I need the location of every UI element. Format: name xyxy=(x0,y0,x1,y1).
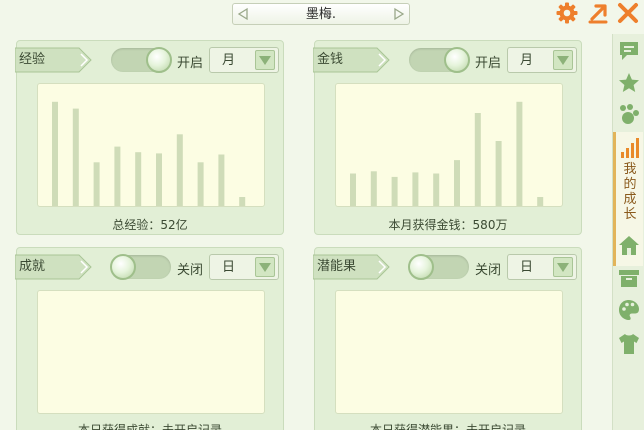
money-label: 金钱 xyxy=(317,52,344,67)
experience-bar-6 xyxy=(156,153,162,206)
money-bar-9 xyxy=(516,101,523,206)
chevron-down-icon xyxy=(259,56,271,65)
toggle-knob xyxy=(110,254,136,280)
money-summary: 本月获得金钱：580万 xyxy=(388,218,508,232)
money-toggle-label: 开启 xyxy=(475,56,502,71)
money-bar-2 xyxy=(370,171,377,206)
achievement-record-toggle[interactable] xyxy=(110,254,171,280)
money-record-toggle[interactable] xyxy=(409,47,470,73)
dropdown-button[interactable] xyxy=(553,50,573,70)
box-icon[interactable] xyxy=(617,266,641,290)
achievement-summary: 本日获得成就：未开启记录 xyxy=(77,423,222,430)
sidebar-item-my-growth-label: 我的成长 xyxy=(623,162,637,222)
experience-chart xyxy=(37,83,265,207)
close-icon[interactable] xyxy=(616,1,640,25)
money-bar-6 xyxy=(454,160,460,206)
experience-bar-5 xyxy=(135,152,142,206)
toggle-knob xyxy=(444,47,470,73)
experience-bar-7 xyxy=(176,134,183,206)
dropdown-button[interactable] xyxy=(255,50,275,70)
experience-period-select[interactable]: 月 xyxy=(209,47,279,73)
money-panel: 金钱 开启 月 本月获得金钱：580万 xyxy=(313,40,582,235)
experience-period-value: 月 xyxy=(222,53,236,68)
palette-icon[interactable] xyxy=(617,298,641,322)
window-title: 墨梅. xyxy=(305,7,337,22)
experience-panel: 经验 开启 月 总经验：52亿 xyxy=(15,40,284,235)
chevron-down-icon xyxy=(557,263,569,272)
right-arrow-decoration-icon xyxy=(394,7,405,21)
money-bar-4 xyxy=(412,172,419,206)
experience-bar-10 xyxy=(239,197,246,206)
dropdown-button[interactable] xyxy=(255,257,275,277)
money-chart xyxy=(335,83,563,207)
experience-bar-3 xyxy=(93,162,100,206)
potential-chart xyxy=(335,290,563,414)
experience-summary: 总经验：52亿 xyxy=(112,218,188,232)
achievement-period-select[interactable]: 日 xyxy=(209,254,279,280)
star-icon[interactable] xyxy=(617,71,641,95)
experience-bar-1 xyxy=(52,101,58,206)
shirt-icon[interactable] xyxy=(617,332,641,356)
house-icon[interactable] xyxy=(617,234,641,258)
achievement-panel: 成就 关闭 日 本日获得成就：未开启记录 xyxy=(15,247,284,430)
growth-bars-icon xyxy=(621,138,639,158)
achievement-toggle-label: 关闭 xyxy=(177,263,204,278)
potential-summary: 本日获得潜能果：未开启记录 xyxy=(369,423,526,430)
money-bar-7 xyxy=(474,113,481,206)
toggle-knob xyxy=(146,47,172,73)
potential-label: 潜能果 xyxy=(317,259,357,274)
achievement-chart xyxy=(37,290,265,414)
experience-label: 经验 xyxy=(19,52,46,67)
chevron-down-icon xyxy=(259,263,271,272)
chat-icon[interactable] xyxy=(617,39,641,63)
dropdown-button[interactable] xyxy=(553,257,573,277)
money-bar-5 xyxy=(433,173,440,206)
chevron-down-icon xyxy=(557,56,569,65)
potential-panel: 潜能果 关闭 日 本日获得潜能果：未开启记录 xyxy=(313,247,582,430)
experience-toggle-label: 开启 xyxy=(177,56,204,71)
money-period-select[interactable]: 月 xyxy=(507,47,577,73)
money-bar-8 xyxy=(495,141,502,206)
experience-bar-8 xyxy=(197,162,204,206)
potential-period-value: 日 xyxy=(520,260,534,275)
achievement-period-value: 日 xyxy=(222,260,236,275)
money-bar-1 xyxy=(350,173,356,206)
gear-icon[interactable] xyxy=(555,1,579,25)
experience-bar-chart xyxy=(52,101,246,206)
money-period-value: 月 xyxy=(520,53,534,68)
potential-toggle-label: 关闭 xyxy=(475,263,502,278)
right-sidebar: 我的成长 xyxy=(612,34,644,430)
experience-record-toggle[interactable] xyxy=(111,47,172,73)
experience-bar-2 xyxy=(72,108,79,206)
experience-bar-4 xyxy=(114,146,121,206)
toggle-knob xyxy=(408,254,434,280)
money-bar-10 xyxy=(537,197,544,206)
popout-icon[interactable] xyxy=(586,1,610,25)
potential-record-toggle[interactable] xyxy=(408,254,469,280)
window-title-tab: 墨梅. xyxy=(232,3,410,25)
experience-bar-9 xyxy=(218,154,225,206)
money-bar-chart xyxy=(350,101,544,206)
potential-period-select[interactable]: 日 xyxy=(507,254,577,280)
paw-icon[interactable] xyxy=(617,103,641,127)
money-bar-3 xyxy=(391,176,398,206)
title-bar: 墨梅. xyxy=(0,0,644,30)
achievement-label: 成就 xyxy=(19,259,46,274)
left-arrow-decoration-icon xyxy=(237,7,248,21)
